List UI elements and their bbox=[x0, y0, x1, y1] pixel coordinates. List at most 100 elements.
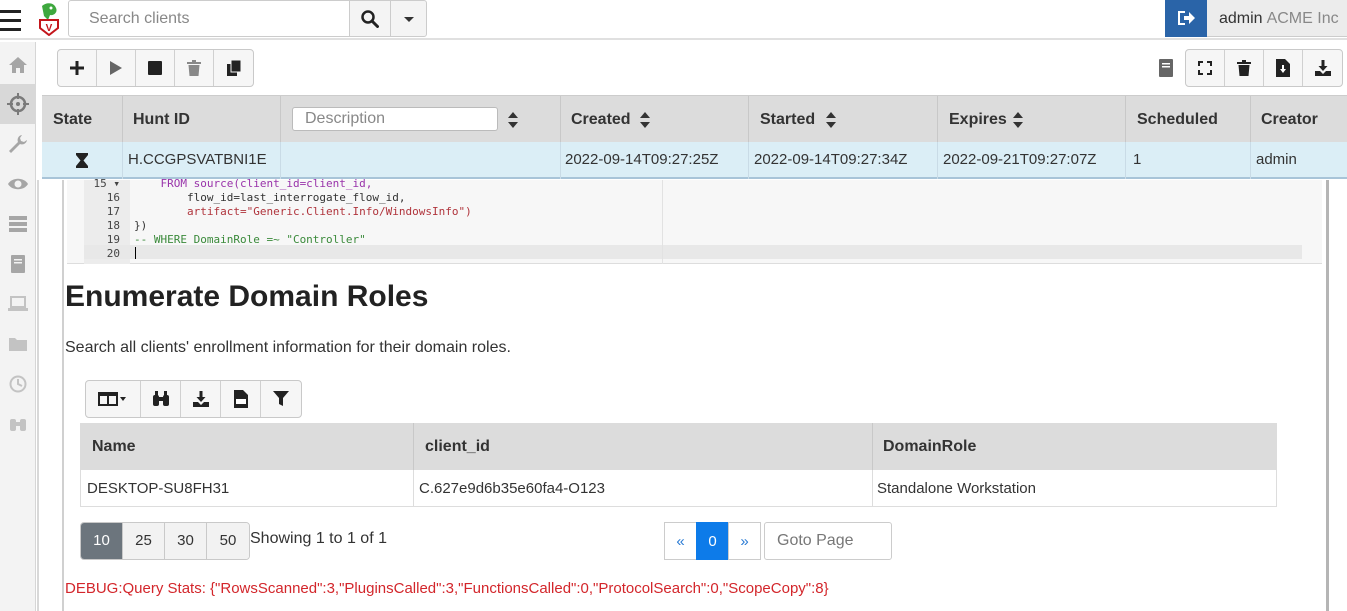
sort-icon[interactable] bbox=[1013, 112, 1023, 128]
user-menu[interactable]: admin ACME Inc bbox=[1207, 0, 1347, 37]
page-size-50[interactable]: 50 bbox=[207, 523, 249, 559]
user-name: admin bbox=[1219, 10, 1263, 27]
line-number: 17 bbox=[106, 205, 120, 218]
col-state[interactable]: State bbox=[53, 96, 92, 143]
client-id-cell[interactable]: C.627e9d6b35e60fa4-O123 bbox=[419, 470, 605, 506]
notebook-button[interactable] bbox=[1155, 54, 1177, 82]
table-row[interactable]: DESKTOP-SU8FH31 C.627e9d6b35e60fa4-O123 … bbox=[80, 470, 1277, 507]
delete-button[interactable] bbox=[1225, 50, 1264, 86]
created-cell: 2022-09-14T09:27:25Z bbox=[565, 151, 719, 168]
col-client-id[interactable]: client_id bbox=[425, 423, 490, 470]
stop-icon bbox=[148, 61, 162, 75]
plus-icon bbox=[70, 61, 84, 75]
search-button[interactable] bbox=[349, 0, 391, 37]
sort-icon[interactable] bbox=[640, 112, 650, 128]
scheduled-cell: 1 bbox=[1133, 151, 1142, 168]
hamburger-menu-icon[interactable] bbox=[0, 6, 22, 36]
goto-page-input[interactable] bbox=[764, 522, 892, 560]
page-size-30[interactable]: 30 bbox=[165, 523, 207, 559]
wrench-icon[interactable] bbox=[7, 133, 29, 155]
name-cell: DESKTOP-SU8FH31 bbox=[87, 480, 230, 497]
code-line: FROM source(client_id=client_id, bbox=[134, 177, 373, 190]
column-selector-button[interactable] bbox=[86, 381, 141, 417]
creator-cell: admin bbox=[1256, 151, 1297, 168]
columns-icon bbox=[98, 392, 126, 406]
binoculars-icon bbox=[152, 391, 169, 406]
report-description: Search all clients' enrollment informati… bbox=[65, 339, 511, 356]
line-number: 19 bbox=[106, 233, 120, 246]
col-name[interactable]: Name bbox=[92, 423, 136, 470]
download-icon bbox=[1314, 60, 1331, 76]
hunt-actions-group bbox=[57, 49, 254, 87]
export-csv-button[interactable] bbox=[221, 381, 261, 417]
folder-icon[interactable] bbox=[7, 333, 29, 355]
page-size-10[interactable]: 10 bbox=[81, 523, 123, 559]
copy-hunt-button[interactable] bbox=[214, 50, 253, 86]
hunt-toolbar bbox=[37, 42, 1347, 94]
stop-hunt-button[interactable] bbox=[136, 50, 175, 86]
sign-out-icon bbox=[1178, 11, 1195, 25]
search-input[interactable] bbox=[68, 0, 350, 37]
filter-button[interactable] bbox=[261, 381, 301, 417]
prev-page-button[interactable]: « bbox=[664, 522, 697, 560]
new-hunt-button[interactable] bbox=[58, 50, 97, 86]
col-created[interactable]: Created bbox=[571, 96, 631, 143]
delete-hunt-button[interactable] bbox=[175, 50, 214, 86]
text-cursor bbox=[135, 247, 136, 259]
debug-query-stats: DEBUG:Query Stats: {"RowsScanned":3,"Plu… bbox=[65, 580, 829, 597]
logout-button[interactable] bbox=[1165, 0, 1207, 37]
caret-down-icon bbox=[404, 17, 414, 22]
panel-border bbox=[37, 180, 39, 611]
run-hunt-button[interactable] bbox=[97, 50, 136, 86]
col-hunt-id[interactable]: Hunt ID bbox=[133, 96, 190, 143]
history-icon[interactable] bbox=[7, 373, 29, 395]
hunt-table-header: State Hunt ID Created Started Expires Sc… bbox=[42, 95, 1347, 143]
export-button[interactable] bbox=[1264, 50, 1303, 86]
binoculars-icon[interactable] bbox=[7, 413, 29, 435]
editor-print-margin bbox=[662, 180, 663, 264]
table-row[interactable]: H.CCGPSVATBNI1E 2022-09-14T09:27:25Z 202… bbox=[42, 142, 1347, 179]
eye-icon[interactable] bbox=[7, 173, 29, 195]
expires-cell: 2022-09-21T09:27:07Z bbox=[943, 151, 1097, 168]
org-name: ACME Inc bbox=[1266, 10, 1339, 27]
description-filter-input[interactable] bbox=[292, 107, 498, 131]
col-scheduled[interactable]: Scheduled bbox=[1137, 96, 1218, 143]
fullscreen-icon bbox=[1198, 61, 1212, 75]
copy-icon bbox=[226, 60, 241, 76]
csv-icon bbox=[233, 390, 248, 408]
download-button[interactable] bbox=[1303, 50, 1342, 86]
trash-icon bbox=[187, 60, 201, 76]
filter-icon bbox=[273, 391, 289, 406]
download-icon bbox=[192, 391, 209, 407]
fullscreen-button[interactable] bbox=[1186, 50, 1225, 86]
code-line: }) bbox=[134, 219, 148, 232]
crosshair-icon[interactable] bbox=[7, 93, 29, 115]
line-number: 20 bbox=[106, 247, 120, 260]
next-page-button[interactable]: » bbox=[728, 522, 761, 560]
notebook-icon bbox=[1159, 59, 1173, 77]
code-line: -- WHERE DomainRole =~ "Controller" bbox=[134, 233, 366, 246]
server-icon[interactable] bbox=[7, 213, 29, 235]
download-results-button[interactable] bbox=[181, 381, 221, 417]
search-results-button[interactable] bbox=[141, 381, 181, 417]
col-expires[interactable]: Expires bbox=[949, 96, 1007, 143]
sort-icon[interactable] bbox=[508, 112, 518, 128]
panel-border bbox=[62, 180, 64, 611]
laptop-icon[interactable] bbox=[7, 293, 29, 315]
current-page[interactable]: 0 bbox=[696, 522, 729, 560]
hunt-id-cell[interactable]: H.CCGPSVATBNI1E bbox=[128, 142, 267, 179]
code-line: flow_id=last_interrogate_flow_id, bbox=[134, 191, 406, 204]
page-size-group: 10 25 30 50 bbox=[80, 522, 250, 560]
book-icon[interactable] bbox=[7, 253, 29, 275]
line-number: 15 ▾ bbox=[93, 177, 121, 190]
editor-active-line bbox=[84, 245, 1302, 259]
home-icon[interactable] bbox=[7, 54, 29, 76]
panel-scrollbar[interactable] bbox=[1326, 180, 1329, 611]
col-creator[interactable]: Creator bbox=[1261, 96, 1318, 143]
col-domain-role[interactable]: DomainRole bbox=[883, 423, 976, 470]
page-size-25[interactable]: 25 bbox=[123, 523, 165, 559]
sort-icon[interactable] bbox=[826, 112, 836, 128]
results-toolbar bbox=[85, 380, 302, 418]
search-dropdown-button[interactable] bbox=[390, 0, 427, 37]
col-started[interactable]: Started bbox=[760, 96, 815, 143]
